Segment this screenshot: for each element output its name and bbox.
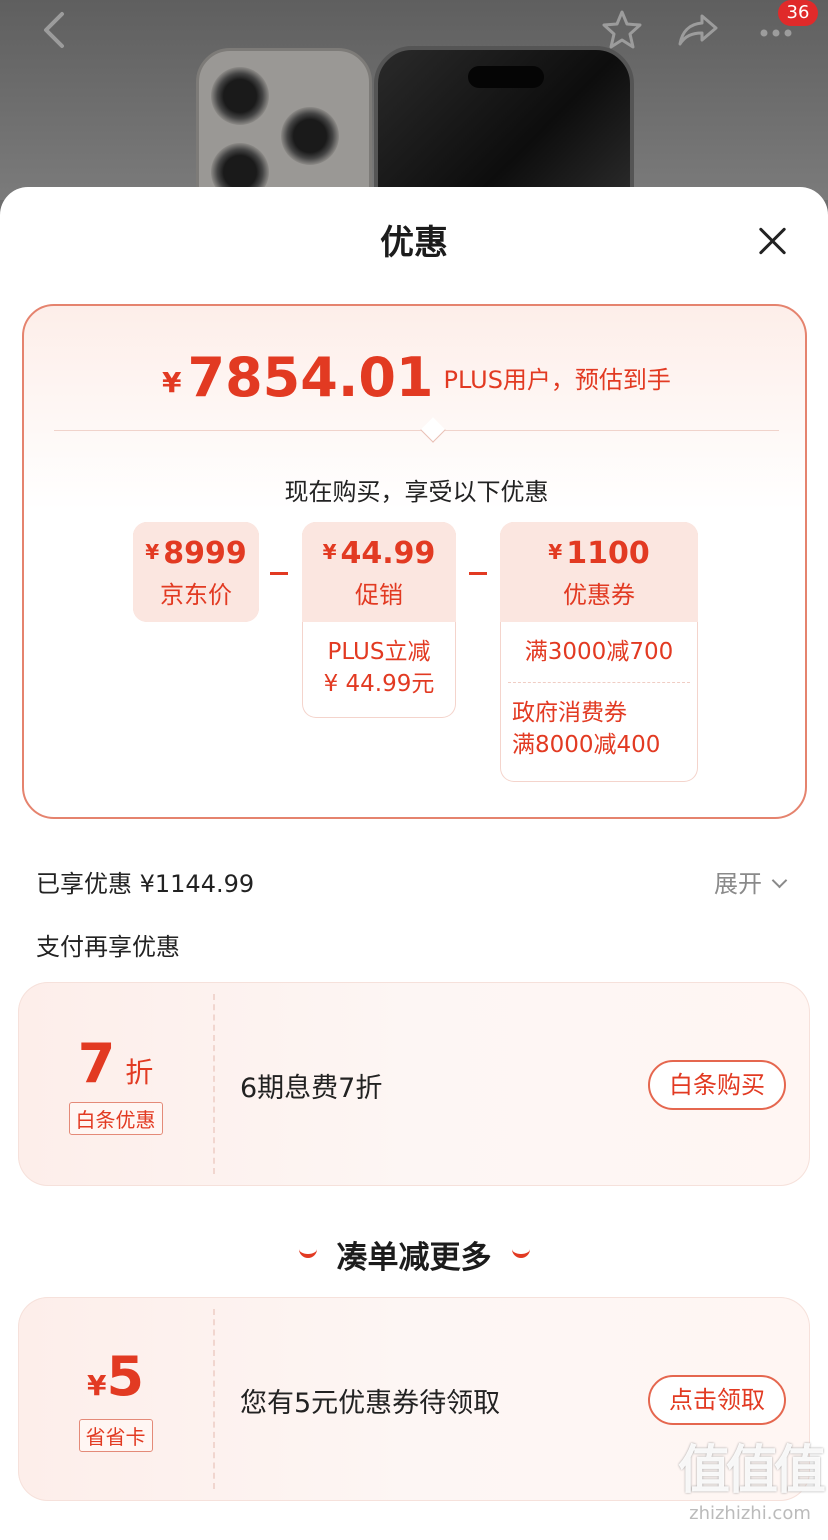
price-amount: 7854.01 xyxy=(187,346,434,409)
discount-subtitle: 现在购买，享受以下优惠 xyxy=(284,478,549,506)
baitiao-tag: 白条优惠 xyxy=(18,1102,213,1135)
expand-button[interactable]: 展开 xyxy=(714,864,788,899)
chevron-left-icon[interactable] xyxy=(38,8,68,59)
coupon-detail-2-line2: 满8000减400 xyxy=(512,732,661,758)
notification-badge: 36 xyxy=(778,0,818,26)
price-summary-card: ¥7854.01 PLUS用户，预估到手 现在购买，享受以下优惠 ¥8999 京东… xyxy=(22,304,807,819)
camera-lens xyxy=(211,67,269,125)
discount-rate: 7折 xyxy=(77,1032,154,1095)
baitiao-buy-button[interactable]: 白条购买 xyxy=(648,1060,786,1110)
promo-chip: ¥44.99 促销 PLUS立减 ¥ 44.99元 xyxy=(302,522,456,718)
promo-detail-line2: ¥ 44.99元 xyxy=(323,671,435,697)
more-deals-title: 凑单减更多 xyxy=(0,1232,828,1277)
product-header: 36 xyxy=(0,0,828,200)
share-arrow-icon[interactable] xyxy=(676,8,720,59)
enjoyed-discount-text: 已享优惠 ¥1144.99 xyxy=(36,870,255,898)
smile-decor-icon xyxy=(511,1249,530,1258)
product-image-front xyxy=(374,46,634,200)
coupon-label: 优惠券 xyxy=(563,581,635,609)
offer-description: 6期息费7折 xyxy=(240,1073,383,1104)
discount-sheet: 优惠 ¥7854.01 PLUS用户，预估到手 现在购买，享受以下优惠 ¥8999… xyxy=(0,187,828,1540)
claim-coupon-button[interactable]: 点击领取 xyxy=(648,1375,786,1425)
price-suffix: PLUS用户，预估到手 xyxy=(443,366,671,394)
divider xyxy=(54,417,779,450)
baitiao-offer-card: 7折 白条优惠 6期息费7折 白条购买 xyxy=(18,982,810,1186)
jd-price-label: 京东价 xyxy=(160,581,232,609)
saving-card-tag: 省省卡 xyxy=(18,1419,213,1452)
minus-sign xyxy=(270,572,288,575)
site-watermark: 值值值 zhizhizhi.com xyxy=(677,1441,826,1524)
chevron-down-icon xyxy=(771,872,788,889)
minus-sign xyxy=(469,572,487,575)
jd-price-amount: 8999 xyxy=(163,536,247,571)
currency-symbol: ¥ xyxy=(162,366,182,399)
sheet-title: 优惠 xyxy=(380,223,448,263)
coupon-value: ¥5 xyxy=(86,1345,145,1408)
jd-price-chip: ¥8999 京东价 xyxy=(133,522,259,622)
product-image-back xyxy=(196,48,372,200)
coupon-detail-2-line1: 政府消费券 xyxy=(512,700,627,726)
promo-detail-line1: PLUS立减 xyxy=(327,639,431,665)
coupon-claim-description: 您有5元优惠券待领取 xyxy=(240,1388,501,1419)
smile-decor-icon xyxy=(298,1249,317,1258)
dynamic-island xyxy=(468,66,544,88)
coupon-amount: 1100 xyxy=(566,536,650,571)
payment-section-title: 支付再享优惠 xyxy=(36,933,180,961)
coupon-chip: ¥1100 优惠券 满3000减700 政府消费券 满8000减400 xyxy=(500,522,698,782)
expand-label: 展开 xyxy=(714,870,762,898)
promo-label: 促销 xyxy=(355,581,403,609)
close-icon[interactable] xyxy=(752,221,792,261)
promo-amount: 44.99 xyxy=(340,536,436,571)
coupon-detail-1: 满3000减700 xyxy=(524,639,674,665)
star-icon[interactable] xyxy=(600,8,644,59)
camera-lens xyxy=(281,107,339,165)
estimated-price: ¥7854.01 PLUS用户，预估到手 xyxy=(24,346,809,409)
